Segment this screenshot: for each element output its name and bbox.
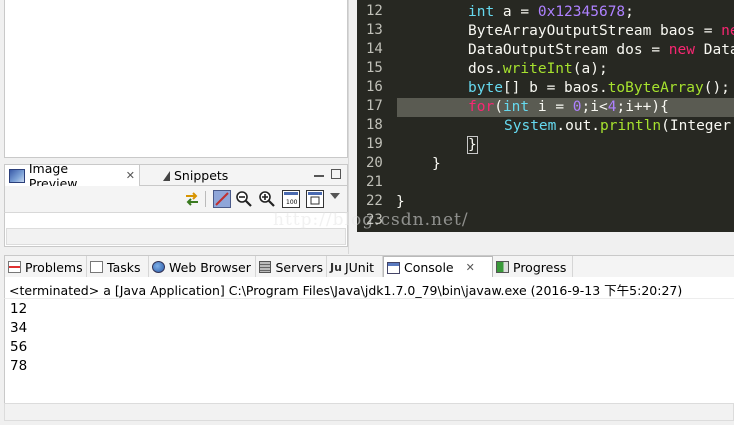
code-line-15: dos.writeInt(a); [468,61,608,77]
tab-tasks[interactable]: Tasks [87,256,149,278]
line-number: 19 [366,136,383,152]
tab-label: Servers [275,259,323,275]
servers-icon [259,261,272,273]
image-preview-icon [9,168,25,183]
tab-image-preview[interactable]: Image Preview ✕ [5,161,140,191]
line-number: 13 [366,22,383,38]
package-explorer-view [4,0,348,158]
zoom-out-icon[interactable] [235,190,253,208]
toolbar-separator [205,191,206,207]
console-status-line: <terminated> a [Java Application] C:\Pro… [4,277,734,299]
junit-icon: Ju [330,260,342,274]
progress-icon [496,261,509,273]
line-number: 15 [366,60,383,76]
tab-label: Snippets [174,168,229,183]
code-line-14: DataOutputStream dos = new Data [468,42,734,58]
line-number: 21 [366,174,383,190]
globe-icon [152,261,165,273]
code-editor[interactable]: 12 13 14 15 16 17 18 19 20 21 22 23 int … [273,0,734,232]
tab-progress[interactable]: Progress [493,256,573,278]
tab-label: Web Browser [169,259,251,275]
code-line-16: byte[] b = baos.toByteArray(); [468,80,730,96]
line-number: 12 [366,3,383,19]
fit-image-icon[interactable] [213,190,231,208]
snippets-icon [163,170,170,181]
line-number: 22 [366,193,383,209]
line-number: 18 [366,117,383,133]
tab-junit[interactable]: Ju JUnit [327,256,383,278]
tab-snippets[interactable]: Snippets [159,165,239,186]
code-line-19: } [467,136,478,154]
output-line: 78 [10,358,28,374]
tab-label: Tasks [107,259,141,275]
console-horizontal-scrollbar[interactable] [4,403,734,421]
code-line-12: int a = 0x12345678; [468,4,634,20]
tab-label: Progress [513,259,567,275]
zoom-in-icon[interactable] [258,190,276,208]
fit-window-icon[interactable] [306,190,324,208]
tab-label: Problems [25,259,83,275]
code-line-22: } [396,194,405,210]
line-number: 16 [366,79,383,95]
line-number: 20 [366,155,383,171]
tab-servers[interactable]: Servers [256,256,327,278]
image-preview-scrollbar[interactable] [6,228,346,245]
minimize-icon[interactable] [314,175,324,177]
tasks-icon [90,261,103,273]
output-line: 34 [10,320,28,336]
close-icon[interactable]: ✕ [126,169,135,182]
image-preview-toolbar: 100 [4,186,348,212]
code-line-18: System.out.println(Integer [504,118,731,134]
tab-label: Console [404,260,454,275]
line-number: 14 [366,41,383,57]
line-number: 17 [366,98,383,114]
actual-size-icon[interactable]: 100 [282,190,300,208]
close-icon[interactable]: ✕ [466,261,475,274]
editor-bottom-margin [357,232,734,254]
output-line: 12 [10,301,28,317]
bottom-tabbar: Problems Tasks Web Browser Servers Ju JU… [4,255,734,278]
tab-web-browser[interactable]: Web Browser [149,256,256,278]
view-menu-icon[interactable] [330,193,340,199]
maximize-icon[interactable] [331,169,341,179]
console-output[interactable]: 12 34 56 78 [4,299,734,403]
watermark: http://blog.csdn.net/ [273,210,469,230]
console-icon [387,261,400,274]
code-line-13: ByteArrayOutputStream baos = new [468,23,734,39]
image-preview-tabbar: Image Preview ✕ Snippets [4,161,348,191]
code-line-17: for(int i = 0;i<4;i++){ [468,99,669,115]
svg-text:100: 100 [286,199,298,206]
tab-console[interactable]: Console ✕ [383,256,493,278]
code-line-20: } [432,156,441,172]
tab-problems[interactable]: Problems [5,256,87,278]
sync-icon[interactable] [183,190,201,208]
tab-label: JUnit [344,259,375,275]
problems-icon [8,261,21,273]
output-line: 56 [10,339,28,355]
